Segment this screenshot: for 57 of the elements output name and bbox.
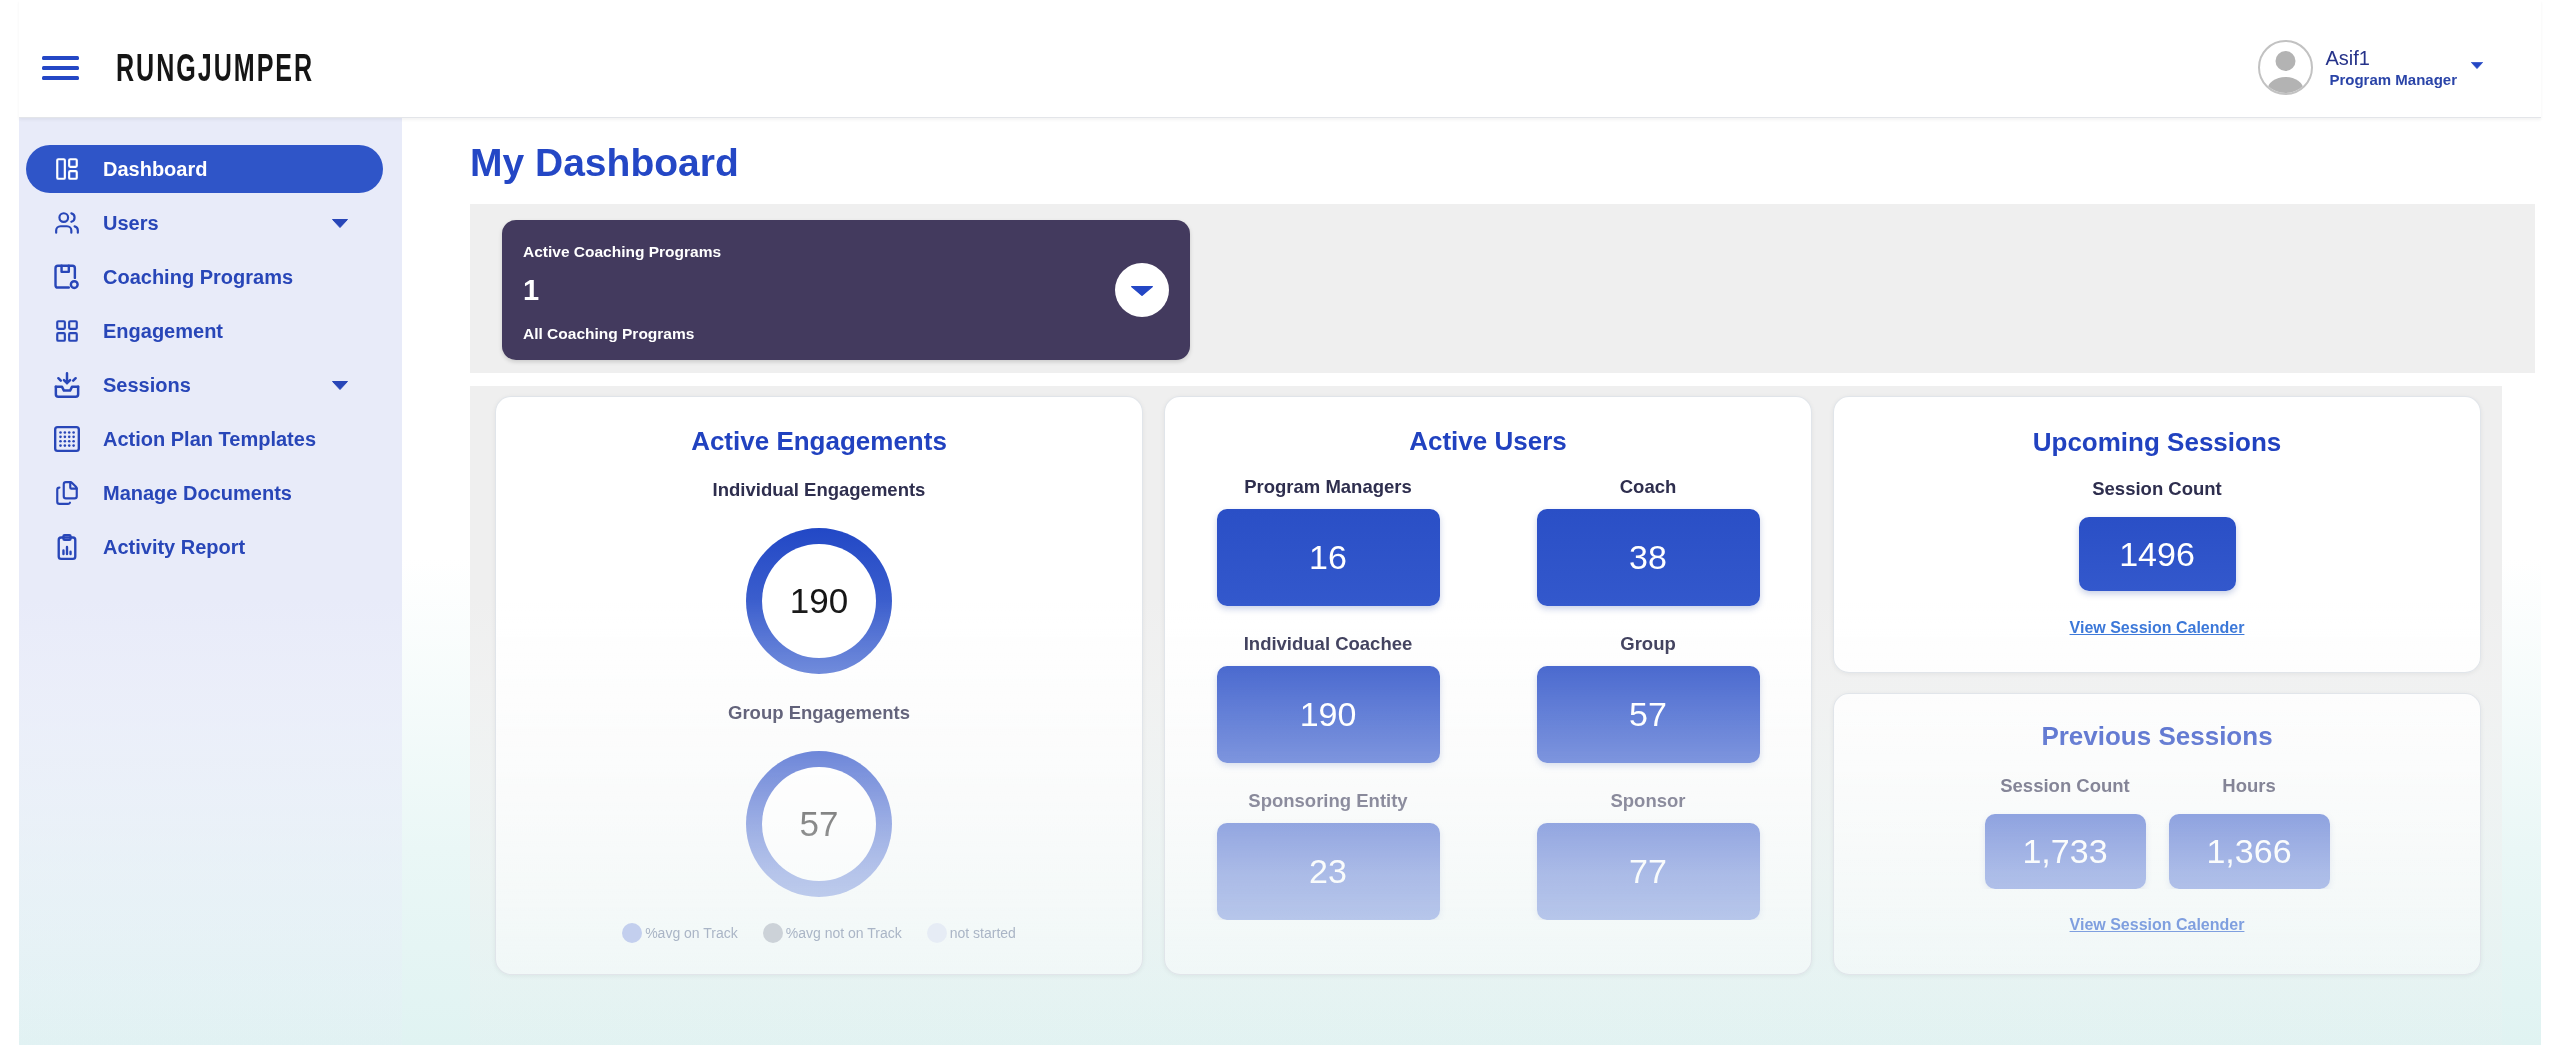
legend-label: not started: [949, 924, 1016, 942]
stat-tile: 57: [1536, 666, 1760, 763]
stat-tile: 77: [1536, 823, 1760, 920]
nav-item[interactable]: Activity Report: [26, 523, 383, 571]
card-label: Active Coaching Programs: [523, 243, 722, 261]
avatar-icon: [2258, 40, 2314, 95]
logo: RUNGJUMPER: [116, 45, 315, 90]
stat-tile: 38: [1536, 509, 1760, 606]
nav-item[interactable]: Dashboard: [26, 145, 383, 193]
nav-item[interactable]: Action Plan Templates: [26, 415, 383, 463]
stat-tile: 23: [1216, 823, 1440, 920]
stat-label: Sponsor: [1610, 791, 1686, 811]
program-count: 1: [523, 273, 540, 307]
caret-icon: [1131, 286, 1153, 296]
stat-tile: 16: [1216, 509, 1440, 606]
ring-label: Group Engagements: [728, 703, 910, 723]
files-icon: [54, 480, 80, 506]
nav-item[interactable]: Coaching Programs: [26, 253, 383, 301]
stat-label: Group: [1620, 634, 1676, 654]
ring-label: Individual Engagements: [712, 480, 926, 500]
stat-label: Session Count: [2092, 479, 2222, 499]
card-caption: All Coaching Programs: [523, 325, 695, 343]
card-title: Previous Sessions: [2041, 721, 2273, 751]
caret-icon[interactable]: [332, 218, 348, 228]
caret-icon[interactable]: [2471, 62, 2483, 69]
tray-arrow-icon: [54, 372, 80, 398]
nav-item[interactable]: Manage Documents: [26, 469, 383, 517]
stat-tile: 1496: [2078, 517, 2236, 591]
legend-label: %avg not on Track: [785, 924, 902, 942]
stat-label: Hours: [2222, 776, 2276, 796]
nav-item[interactable]: Engagement: [26, 307, 383, 355]
stat-label: Individual Coachee: [1243, 634, 1413, 654]
stat-tile: 190: [1216, 666, 1440, 763]
stat-label: Program Managers: [1244, 477, 1412, 497]
menu-icon[interactable]: [42, 55, 79, 80]
dropdown-button[interactable]: [1115, 263, 1169, 317]
document-badge-icon: [54, 264, 80, 290]
user-role: Program Manager: [2329, 70, 2457, 89]
card-title: Active Users: [1409, 426, 1567, 456]
stat-label: Sponsoring Entity: [1248, 791, 1408, 811]
card-title: Active Engagements: [691, 426, 947, 456]
users-icon: [54, 210, 80, 236]
layout-icon: [54, 156, 80, 182]
nav-item[interactable]: Sessions: [26, 361, 383, 409]
caret-icon[interactable]: [332, 380, 348, 390]
stat-label: Coach: [1619, 477, 1677, 497]
calendar-link[interactable]: View Session Calender: [2069, 618, 2245, 638]
dot-grid-icon: [54, 426, 80, 452]
stat-tile: 1,366: [2168, 814, 2330, 889]
user-name: Asif1: [2325, 46, 2370, 70]
stat-label: Session Count: [2000, 776, 2130, 796]
stat-tile: 1,733: [1984, 814, 2146, 889]
grid-icon: [54, 318, 80, 344]
card-title: Upcoming Sessions: [2032, 427, 2282, 457]
page-title: My Dashboard: [470, 140, 739, 186]
legend-label: %avg on Track: [645, 924, 738, 942]
nav-item[interactable]: Users: [26, 199, 383, 247]
